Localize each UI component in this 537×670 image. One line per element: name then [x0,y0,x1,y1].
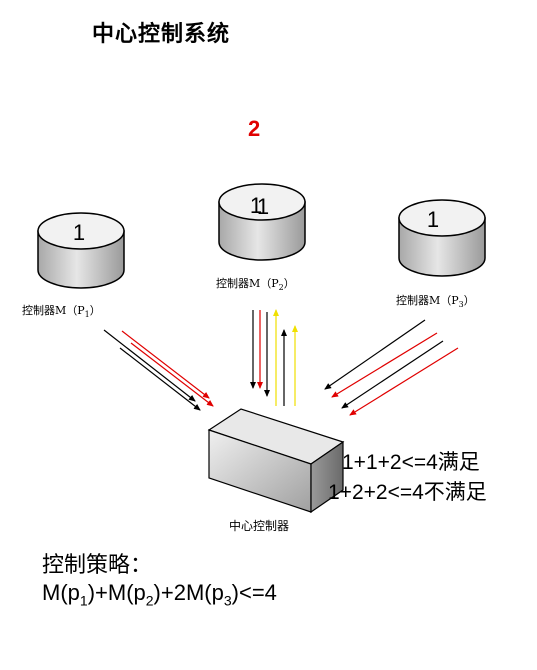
controller-p3-cylinder: 1 [398,199,486,277]
strategy-formula: M(p1)+M(p2)+2M(p3)<=4 [42,580,277,609]
strategy-title: 控制策略： [42,553,153,578]
controller-p1-cylinder: 1 [37,212,125,289]
arrows-p2 [250,309,298,406]
arrow-p1-red-2 [130,342,214,407]
check-not-satisfied: 1+2+2<=4不满足 [328,481,487,504]
arrow-p3-black-1 [324,319,426,390]
controller-p2-label: 控制器M（P2） [216,277,295,293]
controller-p3-label: 控制器M（P3） [396,294,475,310]
arrow-p3-red-1 [331,332,438,398]
arrow-p1-red-1 [121,330,210,399]
arrow-p3-red-2 [349,347,459,416]
controller-p1-label: 控制器M（P1） [22,304,101,320]
controller-p1-count: 1 [73,220,85,245]
controller-p2-count-overlay: 1 [257,194,269,219]
central-controller-box [207,408,345,514]
controller-p2-cylinder: 1 1 [218,183,306,261]
central-controller-label: 中心控制器 [229,519,290,533]
arrow-p3-black-2 [341,340,444,409]
arrow-p1-black-2 [119,347,201,411]
arrows-p3 [324,319,459,416]
arrows-p1 [103,329,214,411]
controller-p3-count: 1 [427,207,439,232]
arrow-p1-black-1 [103,329,196,402]
check-satisfied: 1+1+2<=4满足 [342,451,480,474]
